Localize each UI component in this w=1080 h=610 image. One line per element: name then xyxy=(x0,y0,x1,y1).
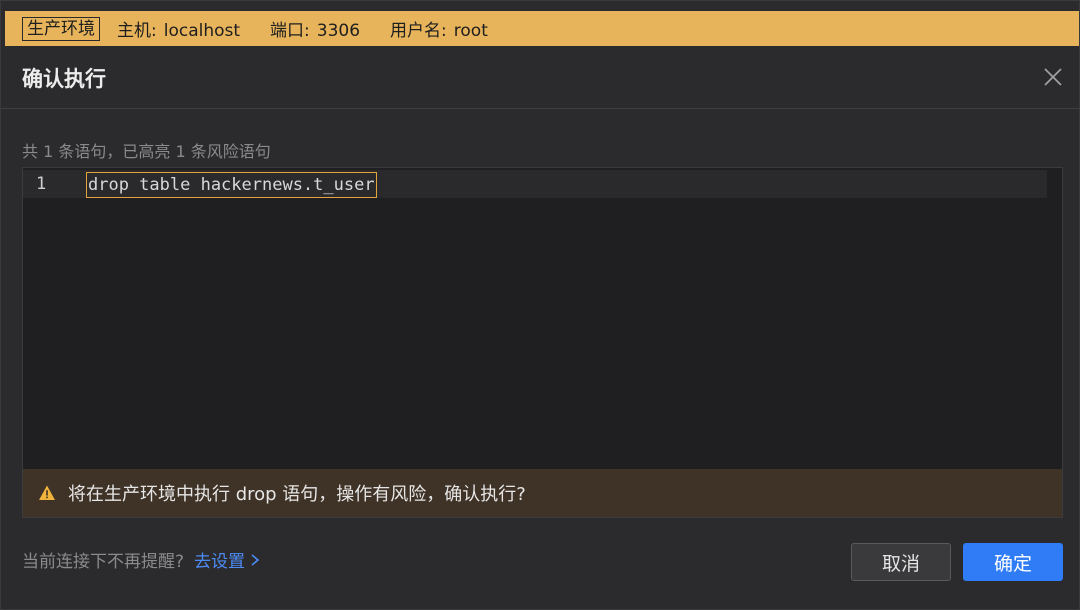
user-info: 用户名: root xyxy=(390,16,488,41)
risk-statement: drop table hackernews.t_user xyxy=(86,172,377,198)
environment-banner: 生产环境 主机: localhost 端口: 3306 用户名: root xyxy=(5,11,1079,46)
chevron-right-icon xyxy=(251,553,260,566)
environment-badge: 生产环境 xyxy=(22,16,100,41)
port-label: 端口: xyxy=(270,21,310,41)
statement-summary: 共 1 条语句，已高亮 1 条风险语句 xyxy=(22,142,271,161)
reminder-hint: 当前连接下不再提醒? 去设置 xyxy=(22,547,260,572)
confirm-button[interactable]: 确定 xyxy=(963,543,1063,581)
confirm-execute-dialog: 生产环境 主机: localhost 端口: 3306 用户名: root 确认执行 … xyxy=(0,0,1080,610)
risk-warning: 将在生产环境中执行 drop 语句，操作有风险，确认执行? xyxy=(23,469,1062,517)
host-info: 主机: localhost xyxy=(117,16,240,41)
user-value: root xyxy=(453,21,488,41)
warning-text: 将在生产环境中执行 drop 语句，操作有风险，确认执行? xyxy=(68,484,526,505)
user-label: 用户名: xyxy=(390,21,447,41)
host-value: localhost xyxy=(163,21,241,41)
settings-link-label: 去设置 xyxy=(194,552,246,572)
go-settings-link[interactable]: 去设置 xyxy=(194,547,260,572)
dialog-title: 确认执行 xyxy=(22,67,106,91)
close-icon[interactable] xyxy=(1041,65,1065,89)
reminder-text: 当前连接下不再提醒? xyxy=(22,552,185,572)
host-label: 主机: xyxy=(117,21,157,41)
port-value: 3306 xyxy=(316,21,361,41)
port-info: 端口: 3306 xyxy=(270,16,360,41)
sql-editor[interactable]: 1 drop table hackernews.t_user 将在生产环境中执行… xyxy=(22,167,1063,518)
dialog-header: 确认执行 xyxy=(1,47,1080,109)
cancel-button[interactable]: 取消 xyxy=(851,543,951,581)
line-number: 1 xyxy=(36,174,47,194)
code-line: 1 drop table hackernews.t_user xyxy=(23,170,1047,198)
warning-icon xyxy=(39,485,55,500)
